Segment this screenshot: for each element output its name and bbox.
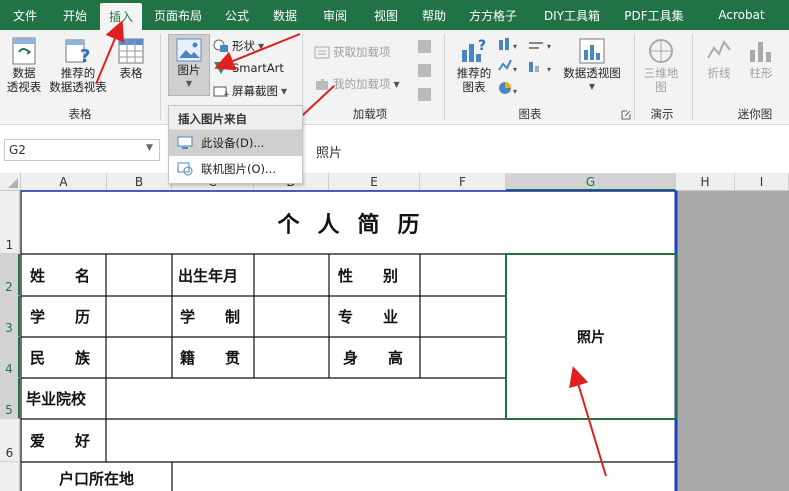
label-hukou: 户口所在地 [58, 470, 134, 488]
label-name: 姓 名 [30, 266, 91, 285]
label-ethnicity: 民 族 [30, 349, 91, 367]
label-height: 身 高 [343, 349, 404, 367]
computer-icon [177, 136, 193, 149]
label-education: 学 历 [30, 308, 91, 326]
label-major: 专 业 [338, 308, 399, 326]
menu-item-this-device[interactable]: 此设备(D)... [169, 130, 302, 156]
label-birth-date: 出生年月 [178, 266, 239, 285]
resume-title: 个人简历 [277, 212, 438, 238]
online-picture-icon [177, 162, 193, 176]
label-schooling: 学 制 [180, 308, 241, 326]
insert-picture-menu: 插入图片来自 此设备(D)... 联机图片(O)... [168, 105, 303, 184]
label-hobby: 爱 好 [30, 432, 91, 450]
label-gender: 性 别 [338, 266, 399, 285]
insert-picture-menu-header: 插入图片来自 [169, 106, 302, 130]
menu-item-online-pictures[interactable]: 联机图片(O)... [169, 156, 302, 182]
menu-item-online-pictures-label: 联机图片(O)... [201, 162, 276, 176]
menu-item-this-device-label: 此设备(D)... [201, 136, 265, 150]
photo-cell[interactable]: 照片 [506, 254, 676, 419]
label-native-place: 籍 贯 [180, 349, 241, 367]
label-graduated-school: 毕业院校 [26, 390, 87, 408]
